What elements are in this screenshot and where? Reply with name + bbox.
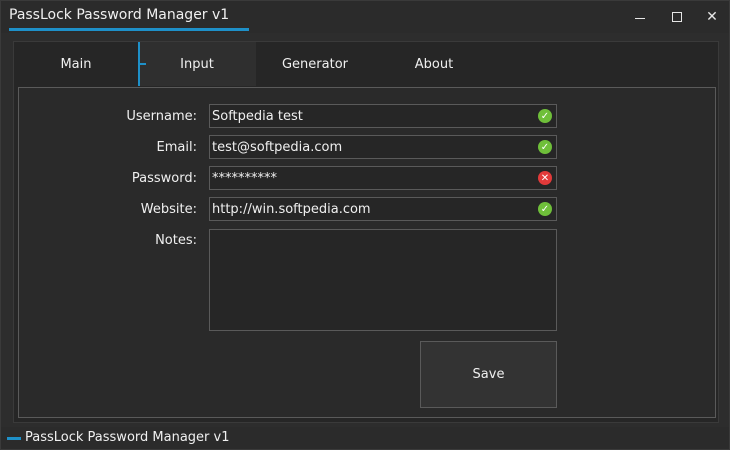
username-label: Username: xyxy=(126,109,197,124)
username-valid-icon: ✓ xyxy=(538,109,552,123)
tab-generator[interactable]: Generator xyxy=(256,42,374,86)
close-button[interactable]: ✕ xyxy=(695,1,729,33)
tab-about[interactable]: About xyxy=(374,42,494,86)
title-accent-bar xyxy=(9,28,249,31)
title-bar[interactable]: PassLock Password Manager v1 ✕ xyxy=(1,1,729,33)
email-label: Email: xyxy=(156,140,197,155)
selected-tab-indicator-tick xyxy=(140,63,146,65)
minimize-icon xyxy=(635,17,645,19)
password-label: Password: xyxy=(131,171,197,186)
close-icon: ✕ xyxy=(706,9,718,25)
website-field[interactable] xyxy=(212,200,532,218)
maximize-button[interactable] xyxy=(660,1,694,33)
tab-about-label: About xyxy=(414,56,454,72)
website-valid-icon: ✓ xyxy=(538,202,552,216)
input-panel: Username: ✓ Email: ✓ Password: ✕ Website… xyxy=(18,87,716,418)
username-field-box: ✓ xyxy=(209,104,557,128)
tab-strip: Main Input Generator About xyxy=(14,42,718,86)
minimize-button[interactable] xyxy=(623,1,657,33)
password-field-box: ✕ xyxy=(209,166,557,190)
maximize-icon xyxy=(672,12,682,22)
website-field-box: ✓ xyxy=(209,197,557,221)
email-field[interactable] xyxy=(212,138,532,156)
password-invalid-icon: ✕ xyxy=(538,171,552,185)
username-field[interactable] xyxy=(212,107,532,125)
tab-generator-label: Generator xyxy=(281,56,348,72)
notes-textarea[interactable] xyxy=(210,230,556,330)
tab-main[interactable]: Main xyxy=(14,42,138,86)
password-field[interactable] xyxy=(212,169,532,187)
app-window: PassLock Password Manager v1 ✕ Main Inpu… xyxy=(0,0,730,450)
statusbar-text: PassLock Password Manager v1 xyxy=(25,430,230,445)
tab-main-label: Main xyxy=(60,56,92,72)
notes-box xyxy=(209,229,557,331)
email-valid-icon: ✓ xyxy=(538,140,552,154)
statusbar-accent xyxy=(7,437,21,440)
window-title: PassLock Password Manager v1 xyxy=(9,7,230,23)
tab-input-label: Input xyxy=(180,56,214,72)
website-label: Website: xyxy=(140,202,197,217)
tab-input[interactable]: Input xyxy=(138,42,256,86)
save-button[interactable]: Save xyxy=(420,341,557,408)
email-field-box: ✓ xyxy=(209,135,557,159)
status-bar: PassLock Password Manager v1 xyxy=(1,427,729,449)
tab-control: Main Input Generator About Username: ✓ E… xyxy=(13,41,719,423)
notes-label: Notes: xyxy=(155,233,197,248)
